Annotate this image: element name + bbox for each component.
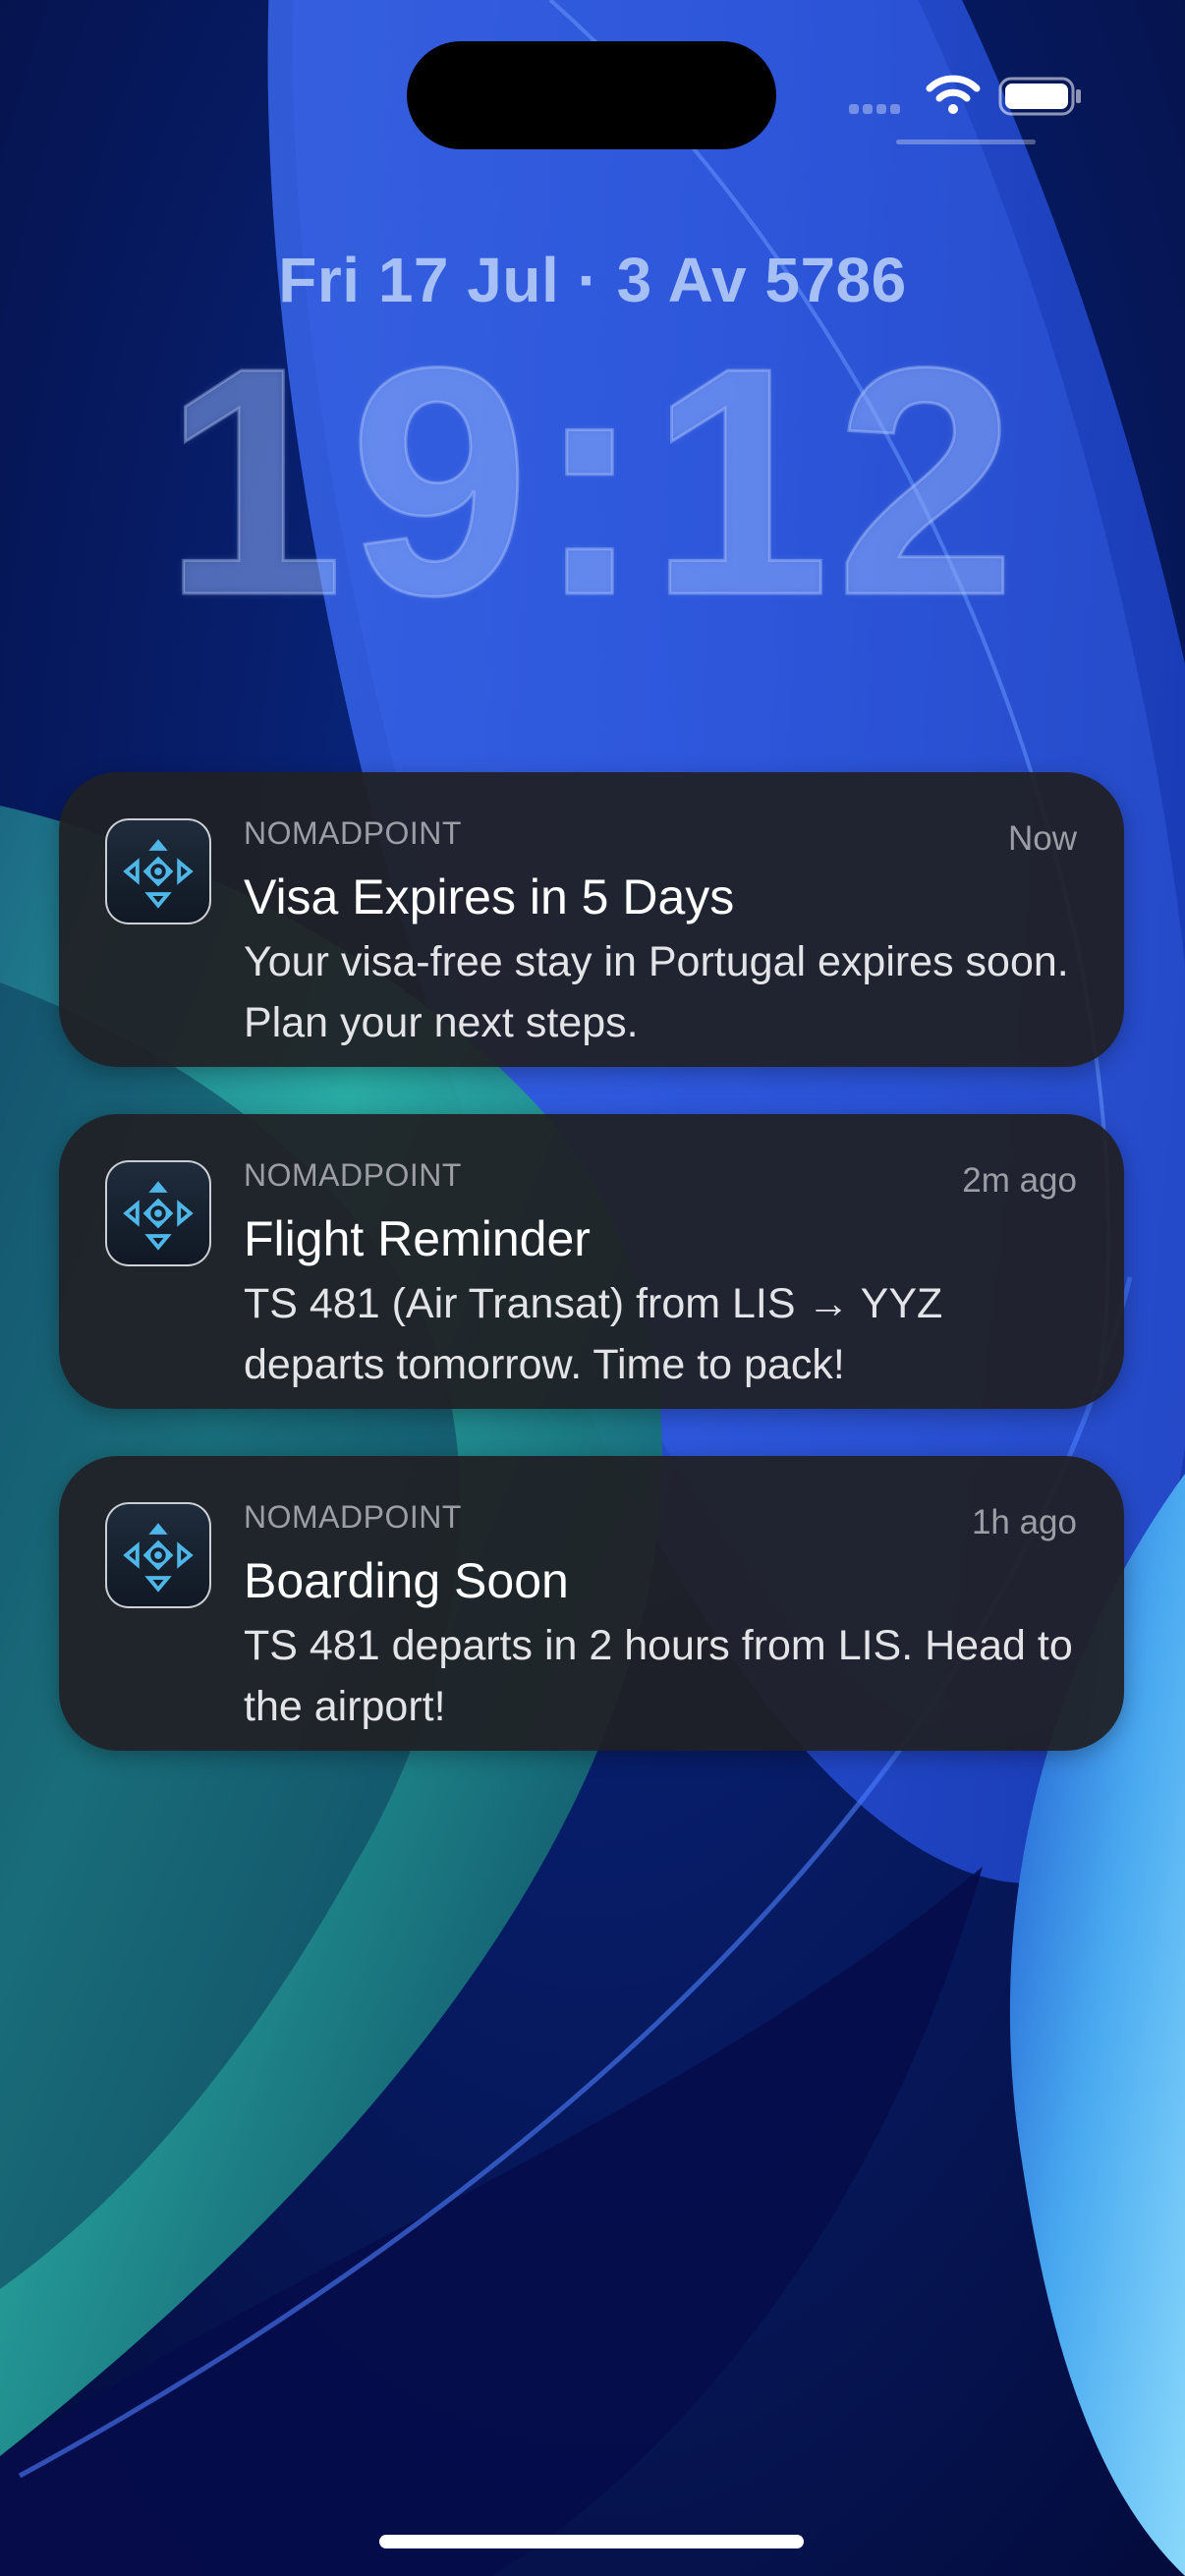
lock-screen-time: 19:12 [161,299,1022,664]
notification-app-name: NOMADPOINT [244,815,462,851]
nomadpoint-app-icon [105,1502,211,1608]
notification-flight-reminder[interactable]: NOMADPOINT 2m ago Flight Reminder TS 481… [59,1114,1124,1409]
notification-time: Now [1007,819,1077,858]
home-indicator[interactable] [379,2535,804,2548]
notification-visa-expires[interactable]: NOMADPOINT Now Visa Expires in 5 Days Yo… [59,772,1124,1067]
notification-app-name: NOMADPOINT [244,1499,462,1535]
nomadpoint-app-icon [105,818,211,924]
wifi-icon [926,75,981,114]
notification-title: Boarding Soon [244,1553,569,1608]
notification-body: TS 481 (Air Transat) from LIS → YYZ depa… [244,1280,943,1388]
signal-dots-icon [849,104,908,116]
notification-title: Visa Expires in 5 Days [244,869,735,924]
notification-time: 2m ago [962,1161,1077,1200]
notification-body: TS 481 departs in 2 hours from LIS. Head… [244,1622,1073,1730]
status-bar [0,0,1185,157]
status-underline [896,140,1036,144]
notification-app-name: NOMADPOINT [244,1157,462,1193]
notification-boarding-soon[interactable]: NOMADPOINT 1h ago Boarding Soon TS 481 d… [59,1456,1124,1751]
notification-title: Flight Reminder [244,1211,591,1266]
notification-body: Your visa-free stay in Portugal expires … [244,938,1069,1046]
nomadpoint-app-icon [105,1160,211,1266]
battery-icon [998,77,1081,116]
notification-time: 1h ago [971,1503,1077,1541]
